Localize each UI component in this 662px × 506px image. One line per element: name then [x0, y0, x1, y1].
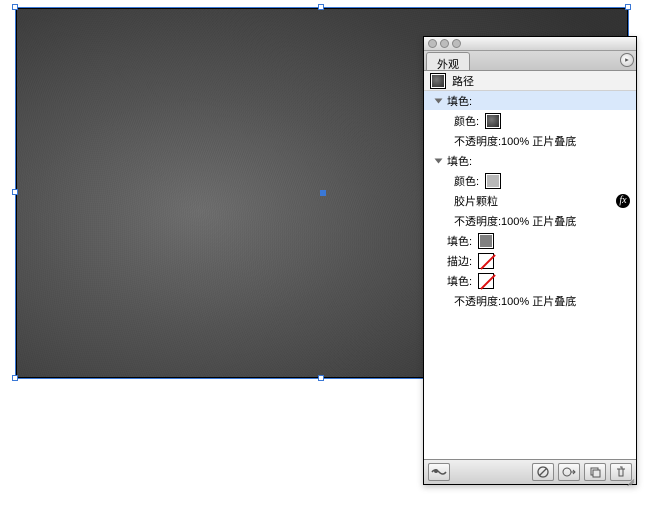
fill-color-row[interactable]: 颜色:	[424, 171, 636, 191]
tab-appearance[interactable]: 外观	[426, 52, 470, 70]
color-swatch[interactable]	[485, 173, 501, 189]
fill-row[interactable]: 填色:	[424, 231, 636, 251]
color-label: 颜色:	[454, 113, 479, 129]
stroke-row[interactable]: 描边:	[424, 251, 636, 271]
object-row[interactable]: 路径	[424, 71, 636, 91]
object-thumbnail-icon	[430, 73, 446, 89]
color-label: 颜色:	[454, 173, 479, 189]
panel-tab-bar: 外观	[424, 51, 636, 71]
fill-row[interactable]: 填色:	[424, 271, 636, 291]
fill-header-label: 填色:	[447, 153, 472, 169]
opacity-row[interactable]: 不透明度:100% 正片叠底	[424, 211, 636, 231]
color-swatch[interactable]	[485, 113, 501, 129]
attr-label: 描边:	[447, 253, 472, 269]
window-minimize-icon[interactable]	[440, 39, 449, 48]
disclosure-triangle-icon[interactable]	[435, 98, 443, 103]
resize-grip-icon[interactable]	[623, 471, 635, 483]
color-swatch-none[interactable]	[478, 273, 494, 289]
panel-menu-button[interactable]	[620, 53, 634, 67]
panel-titlebar[interactable]	[424, 37, 636, 51]
duplicate-item-button[interactable]	[584, 463, 606, 481]
selection-center	[320, 190, 326, 196]
appearance-panel: 外观 路径 填色: 颜色: 不透明度:100% 正片叠底 填色:	[423, 36, 637, 485]
panel-footer	[424, 460, 636, 484]
opacity-row[interactable]: 不透明度:100% 正片叠底	[424, 291, 636, 311]
tab-label: 外观	[437, 59, 459, 71]
reduce-basic-button[interactable]	[558, 463, 580, 481]
clear-appearance-button[interactable]	[532, 463, 554, 481]
effect-row[interactable]: 胶片颗粒 fx	[424, 191, 636, 211]
opacity-text: 不透明度:100% 正片叠底	[454, 133, 576, 149]
object-label: 路径	[452, 73, 474, 89]
fill-header-label: 填色:	[447, 93, 472, 109]
new-art-basic-button[interactable]	[428, 463, 450, 481]
appearance-list: 路径 填色: 颜色: 不透明度:100% 正片叠底 填色: 颜色: 胶片颗粒	[424, 71, 636, 460]
fill-color-row[interactable]: 颜色:	[424, 111, 636, 131]
window-close-icon[interactable]	[428, 39, 437, 48]
attr-label: 填色:	[447, 273, 472, 289]
window-zoom-icon[interactable]	[452, 39, 461, 48]
attr-label: 填色:	[447, 233, 472, 249]
fill-header-row[interactable]: 填色:	[424, 91, 636, 111]
disclosure-triangle-icon[interactable]	[435, 158, 443, 163]
fill-header-row[interactable]: 填色:	[424, 151, 636, 171]
color-swatch-none[interactable]	[478, 253, 494, 269]
opacity-text: 不透明度:100% 正片叠底	[454, 213, 576, 229]
opacity-text: 不透明度:100% 正片叠底	[454, 293, 576, 309]
effect-label: 胶片颗粒	[454, 193, 498, 209]
opacity-row[interactable]: 不透明度:100% 正片叠底	[424, 131, 636, 151]
color-swatch[interactable]	[478, 233, 494, 249]
fx-badge-icon[interactable]: fx	[616, 194, 630, 208]
